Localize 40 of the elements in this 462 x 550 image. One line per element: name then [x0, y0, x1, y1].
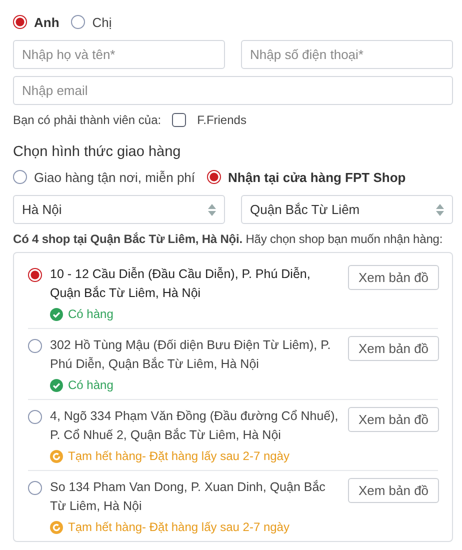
radio-button[interactable] — [28, 268, 42, 282]
stock-status: Có hàng — [68, 378, 114, 392]
sort-arrows-icon — [436, 204, 444, 216]
info-text: Có 4 shop tại Quận Bắc Từ Liêm, Hà Nội. Hãy chọn shop bạn muốn nhận hàng: — [13, 232, 444, 246]
radio-button[interactable] — [28, 339, 42, 353]
shop-address: So 134 Pham Van Dong, P. Xuan Dinh, Quận Bắc Từ Liêm, Hà Nội — [50, 479, 326, 515]
shop-address: 302 Hồ Tùng Mậu (Đối diện Bưu Điện Từ Liêm), P. Phú Diễn, Quận Bắc Từ Liêm, Hà Nội — [50, 337, 332, 373]
radio-label: Chị — [92, 14, 112, 30]
stock-status: Tạm hết hàng- Đặt hàng lấy sau 2-7 ngày — [68, 449, 290, 463]
view-map-button[interactable]: Xem bản đồ — [348, 336, 439, 361]
refresh-circle-icon — [50, 520, 63, 534]
radio-label: Anh — [34, 14, 60, 30]
radio-button[interactable] — [13, 170, 27, 184]
radio-button[interactable] — [207, 170, 222, 184]
view-map-button[interactable]: Xem bản đồ — [348, 478, 439, 503]
sort-arrows-icon — [208, 204, 216, 216]
stock-status: Tạm hết hàng- Đặt hàng lấy sau 2-7 ngày — [68, 520, 290, 534]
check-circle-icon — [50, 308, 63, 320]
stock-status: Có hàng — [68, 307, 114, 321]
radio-button[interactable] — [13, 15, 27, 29]
membership-label: Bạn có phải thành viên của: — [13, 113, 162, 127]
district-select[interactable]: Quận Bắc Từ Liêm — [241, 195, 453, 224]
section-heading: Chọn hình thức giao hàng — [13, 144, 182, 160]
refresh-circle-icon — [50, 450, 63, 462]
radio-label: Nhận tại cửa hàng FPT Shop — [228, 170, 406, 184]
view-map-button[interactable]: Xem bản đồ — [348, 407, 439, 432]
radio-button[interactable] — [28, 410, 42, 424]
radio-label: Giao hàng tận nơi, miễn phí — [34, 170, 196, 184]
view-map-button[interactable]: Xem bản đồ — [348, 265, 439, 290]
check-circle-icon — [50, 378, 63, 392]
name-field[interactable]: Nhập họ và tên* — [13, 40, 225, 69]
shop-address: 10 - 12 Cầu Diễn (Đầu Cầu Diễn), P. Phú Diễn, Quận Bắc Từ Liêm, Hà Nội — [50, 266, 312, 302]
checkbox[interactable] — [172, 113, 186, 127]
phone-field[interactable]: Nhập số điện thoại* — [241, 40, 453, 69]
email-field[interactable]: Nhập email — [13, 76, 453, 105]
radio-button[interactable] — [28, 481, 42, 495]
city-select[interactable]: Hà Nội — [13, 195, 225, 224]
checkbox-label: F.Friends — [197, 113, 246, 127]
shop-address: 4, Ngõ 334 Phạm Văn Đồng (Đầu đường Cổ Nhuế), P. Cổ Nhuế 2, Quận Bắc Từ Liêm, Hà Nội — [50, 408, 340, 444]
radio-button[interactable] — [71, 15, 86, 29]
